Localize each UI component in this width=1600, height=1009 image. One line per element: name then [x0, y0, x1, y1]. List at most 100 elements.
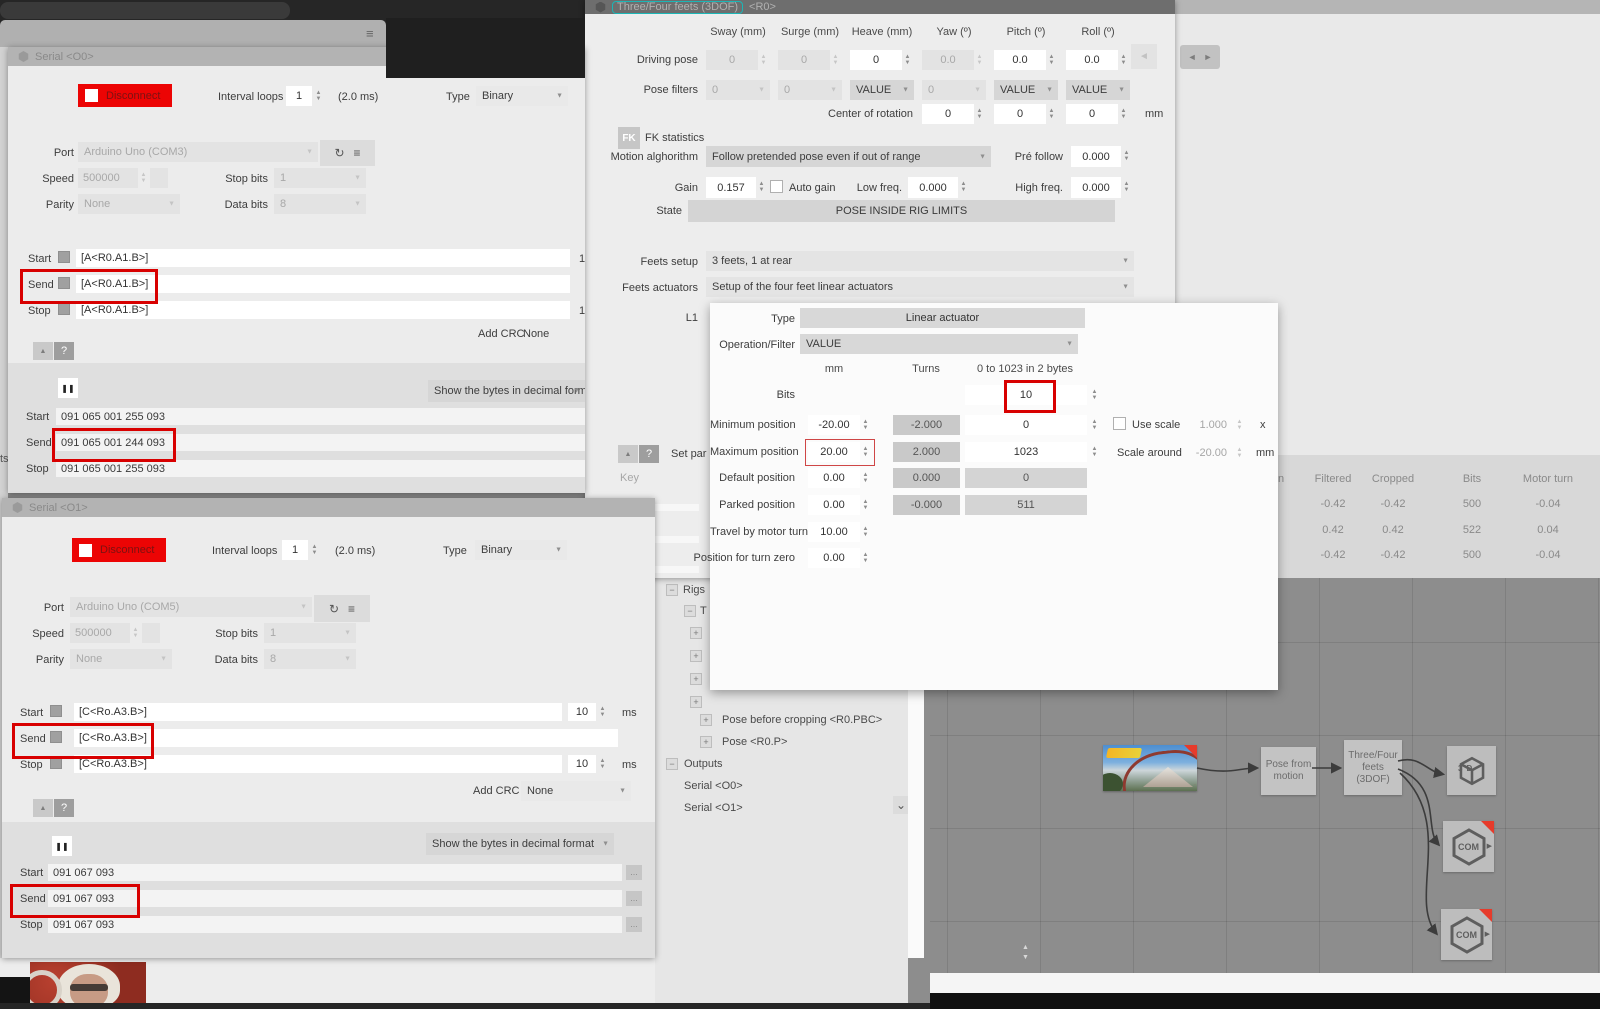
o1-stop-interval-input[interactable]: 10: [568, 755, 596, 773]
nav-back-icon[interactable]: ◄: [1188, 52, 1197, 62]
popup-default-mm-input[interactable]: 0.00: [808, 468, 860, 488]
motion-source-thumbnail[interactable]: [1103, 745, 1197, 791]
node-pose-from-motion[interactable]: Pose from motion: [1261, 747, 1316, 795]
tree-toggle[interactable]: +: [690, 627, 702, 639]
o0-interval-loops-input[interactable]: 1: [286, 86, 312, 106]
spinner[interactable]: [1046, 104, 1057, 124]
driving-yaw-input[interactable]: 0.0: [922, 50, 974, 70]
rig-window-titlebar[interactable]: Three/Four feets (3DOF) <R0>: [585, 0, 1175, 14]
o1-collapse-section-button[interactable]: ▲: [33, 799, 53, 817]
tree-item-pose-before-cropping[interactable]: Pose before cropping <R0.PBC>: [722, 714, 882, 726]
panel-collapse-button[interactable]: ◄: [1131, 44, 1157, 69]
o0-type-dropdown[interactable]: Binary: [476, 86, 568, 106]
collapse-section-button[interactable]: ▲: [618, 445, 638, 463]
o0-data-bits-dropdown[interactable]: 8: [274, 194, 366, 214]
o1-send-input[interactable]: [C<Ro.A3.B>]: [74, 729, 618, 747]
o0-stop-input[interactable]: [A<R0.A1.B>]: [76, 301, 570, 319]
popup-operation-dropdown[interactable]: VALUE: [800, 334, 1078, 354]
low-freq-input[interactable]: 0.000: [908, 177, 958, 198]
o0-send-input[interactable]: [A<R0.A1.B>]: [76, 275, 570, 293]
popup-max-bits-input[interactable]: 1023: [965, 442, 1087, 462]
list-icon[interactable]: ≡: [348, 602, 355, 616]
o0-port-dropdown[interactable]: Arduino Uno (COM3): [78, 142, 318, 162]
spinner[interactable]: [309, 540, 320, 560]
o0-disconnect-checkbox[interactable]: [85, 89, 98, 102]
o0-disconnect-button[interactable]: Disconnect: [78, 84, 172, 107]
gain-input[interactable]: 0.157: [706, 177, 756, 198]
tree-toggle[interactable]: −: [666, 584, 678, 596]
auto-gain-checkbox[interactable]: [770, 180, 783, 193]
o0-bytes-format-dropdown[interactable]: Show the bytes in decimal format: [428, 380, 585, 402]
spinner[interactable]: [860, 495, 871, 515]
scale-around-value[interactable]: -20.00: [1187, 447, 1227, 459]
o1-help-button[interactable]: ?: [54, 799, 74, 817]
popup-parked-mm-input[interactable]: 0.00: [808, 495, 860, 515]
spinner[interactable]: [1234, 415, 1245, 435]
center-yaw-input[interactable]: 0: [922, 104, 974, 124]
tree-item-serial-o1[interactable]: Serial <O1>: [684, 802, 743, 814]
node-3d-view[interactable]: 3D: [1447, 746, 1496, 795]
o1-interval-loops-input[interactable]: 1: [282, 540, 308, 560]
spinner[interactable]: [1118, 104, 1129, 124]
spinner[interactable]: [758, 50, 769, 70]
tree-item-outputs[interactable]: Outputs: [684, 758, 723, 770]
o0-send-checkbox[interactable]: [58, 277, 70, 289]
o1-speed-input[interactable]: 500000: [70, 623, 130, 643]
o1-data-bits-dropdown[interactable]: 8: [264, 649, 356, 669]
spinner[interactable]: [860, 522, 871, 542]
o0-start-input[interactable]: [A<R0.A1.B>]: [76, 249, 570, 267]
spinner[interactable]: [130, 623, 141, 643]
filter-sway-dropdown[interactable]: 0: [706, 80, 770, 100]
tree-scroll-down-button[interactable]: ⌄: [893, 796, 909, 814]
filter-heave-dropdown[interactable]: VALUE: [850, 80, 914, 100]
spinner[interactable]: [830, 50, 841, 70]
spinner[interactable]: [1089, 442, 1100, 462]
spinner[interactable]: [860, 415, 871, 435]
popup-turnzero-input[interactable]: 0.00: [808, 548, 860, 568]
tree-toggle[interactable]: +: [700, 714, 712, 726]
o1-start-interval-input[interactable]: 10: [568, 703, 596, 721]
high-freq-input[interactable]: 0.000: [1071, 177, 1121, 198]
spinner[interactable]: [902, 50, 913, 70]
driving-pitch-input[interactable]: 0.0: [994, 50, 1046, 70]
o1-type-dropdown[interactable]: Binary: [475, 540, 567, 560]
o0-add-crc-value[interactable]: None: [523, 328, 549, 340]
o1-add-crc-dropdown[interactable]: None: [521, 781, 631, 801]
o1-start-input[interactable]: [C<Ro.A3.B>]: [74, 703, 562, 721]
driving-sway-input[interactable]: 0: [706, 50, 758, 70]
o0-pause-button[interactable]: ❚❚: [58, 378, 78, 398]
tree-item-serial-o0[interactable]: Serial <O0>: [684, 780, 743, 792]
o1-pause-button[interactable]: ❚❚: [52, 836, 72, 856]
spinner[interactable]: [1089, 385, 1100, 405]
feets-setup-dropdown[interactable]: 3 feets, 1 at rear: [706, 251, 1134, 271]
spinner[interactable]: [860, 468, 871, 488]
o0-stop-checkbox[interactable]: [58, 303, 70, 315]
popup-travel-input[interactable]: 10.00: [808, 522, 860, 542]
tree-toggle[interactable]: +: [690, 650, 702, 662]
center-roll-input[interactable]: 0: [1066, 104, 1118, 124]
motion-algorithm-dropdown[interactable]: Follow pretended pose even if out of ran…: [706, 146, 991, 167]
filter-surge-dropdown[interactable]: 0: [778, 80, 842, 100]
filter-yaw-dropdown[interactable]: 0: [922, 80, 986, 100]
graph-scroll-up[interactable]: ▲: [1022, 944, 1029, 951]
filter-pitch-dropdown[interactable]: VALUE: [994, 80, 1058, 100]
spinner[interactable]: [974, 104, 985, 124]
o1-bytes-stop-more[interactable]: …: [626, 917, 642, 932]
filter-roll-dropdown[interactable]: VALUE: [1066, 80, 1130, 100]
spinner[interactable]: [1089, 415, 1100, 435]
spinner[interactable]: [1121, 146, 1132, 167]
o1-stop-bits-dropdown[interactable]: 1: [264, 623, 356, 643]
node-com-output-1[interactable]: COM ▶: [1443, 821, 1494, 872]
popup-max-mm-input[interactable]: 20.00: [808, 442, 860, 462]
o0-start-checkbox[interactable]: [58, 251, 70, 263]
pre-follow-input[interactable]: 0.000: [1071, 146, 1121, 167]
o1-disconnect-button[interactable]: Disconnect: [72, 538, 166, 562]
refresh-icon[interactable]: ↻: [334, 146, 344, 160]
help-button[interactable]: ?: [639, 445, 659, 463]
center-pitch-input[interactable]: 0: [994, 104, 1046, 124]
spinner[interactable]: [138, 168, 149, 188]
o0-parity-dropdown[interactable]: None: [78, 194, 180, 214]
spinner[interactable]: [860, 548, 871, 568]
o1-stop-input[interactable]: [C<Ro.A3.B>]: [74, 755, 562, 773]
spinner[interactable]: [974, 50, 985, 70]
